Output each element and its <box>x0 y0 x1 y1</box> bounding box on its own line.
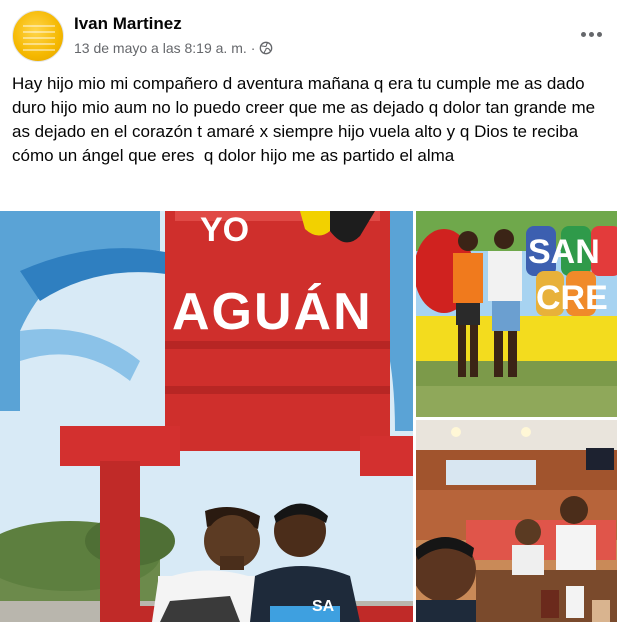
photo-bottom-right[interactable] <box>416 420 617 622</box>
author-name[interactable]: Ivan Martinez <box>74 14 182 34</box>
more-options-icon[interactable] <box>577 24 605 44</box>
post-header: Ivan Martinez 13 de mayo a las 8:19 a. m… <box>12 10 605 62</box>
post-text: Hay hijo mio mi compañero d aventura mañ… <box>12 74 600 165</box>
meta-separator: · <box>250 40 256 56</box>
sign-main-text: AGUÁN <box>172 283 373 341</box>
sign-text-top: SAN <box>528 233 600 271</box>
sign-top-text: YO <box>200 211 249 249</box>
photo-gallery: YO AGUÁN SA SAN CRE <box>0 211 617 622</box>
post-card: Ivan Martinez 13 de mayo a las 8:19 a. m… <box>0 0 617 622</box>
photo-top-right[interactable]: SAN CRE <box>416 211 617 417</box>
shirt-text: SA <box>312 598 335 615</box>
sign-text-bottom: CRE <box>536 279 608 317</box>
avatar[interactable] <box>12 10 64 62</box>
post-meta: 13 de mayo a las 8:19 a. m. · <box>74 40 273 56</box>
globe-icon[interactable] <box>259 41 273 55</box>
photo-main[interactable]: YO AGUÁN SA <box>0 211 413 622</box>
post-timestamp[interactable]: 13 de mayo a las 8:19 a. m. <box>74 40 247 56</box>
